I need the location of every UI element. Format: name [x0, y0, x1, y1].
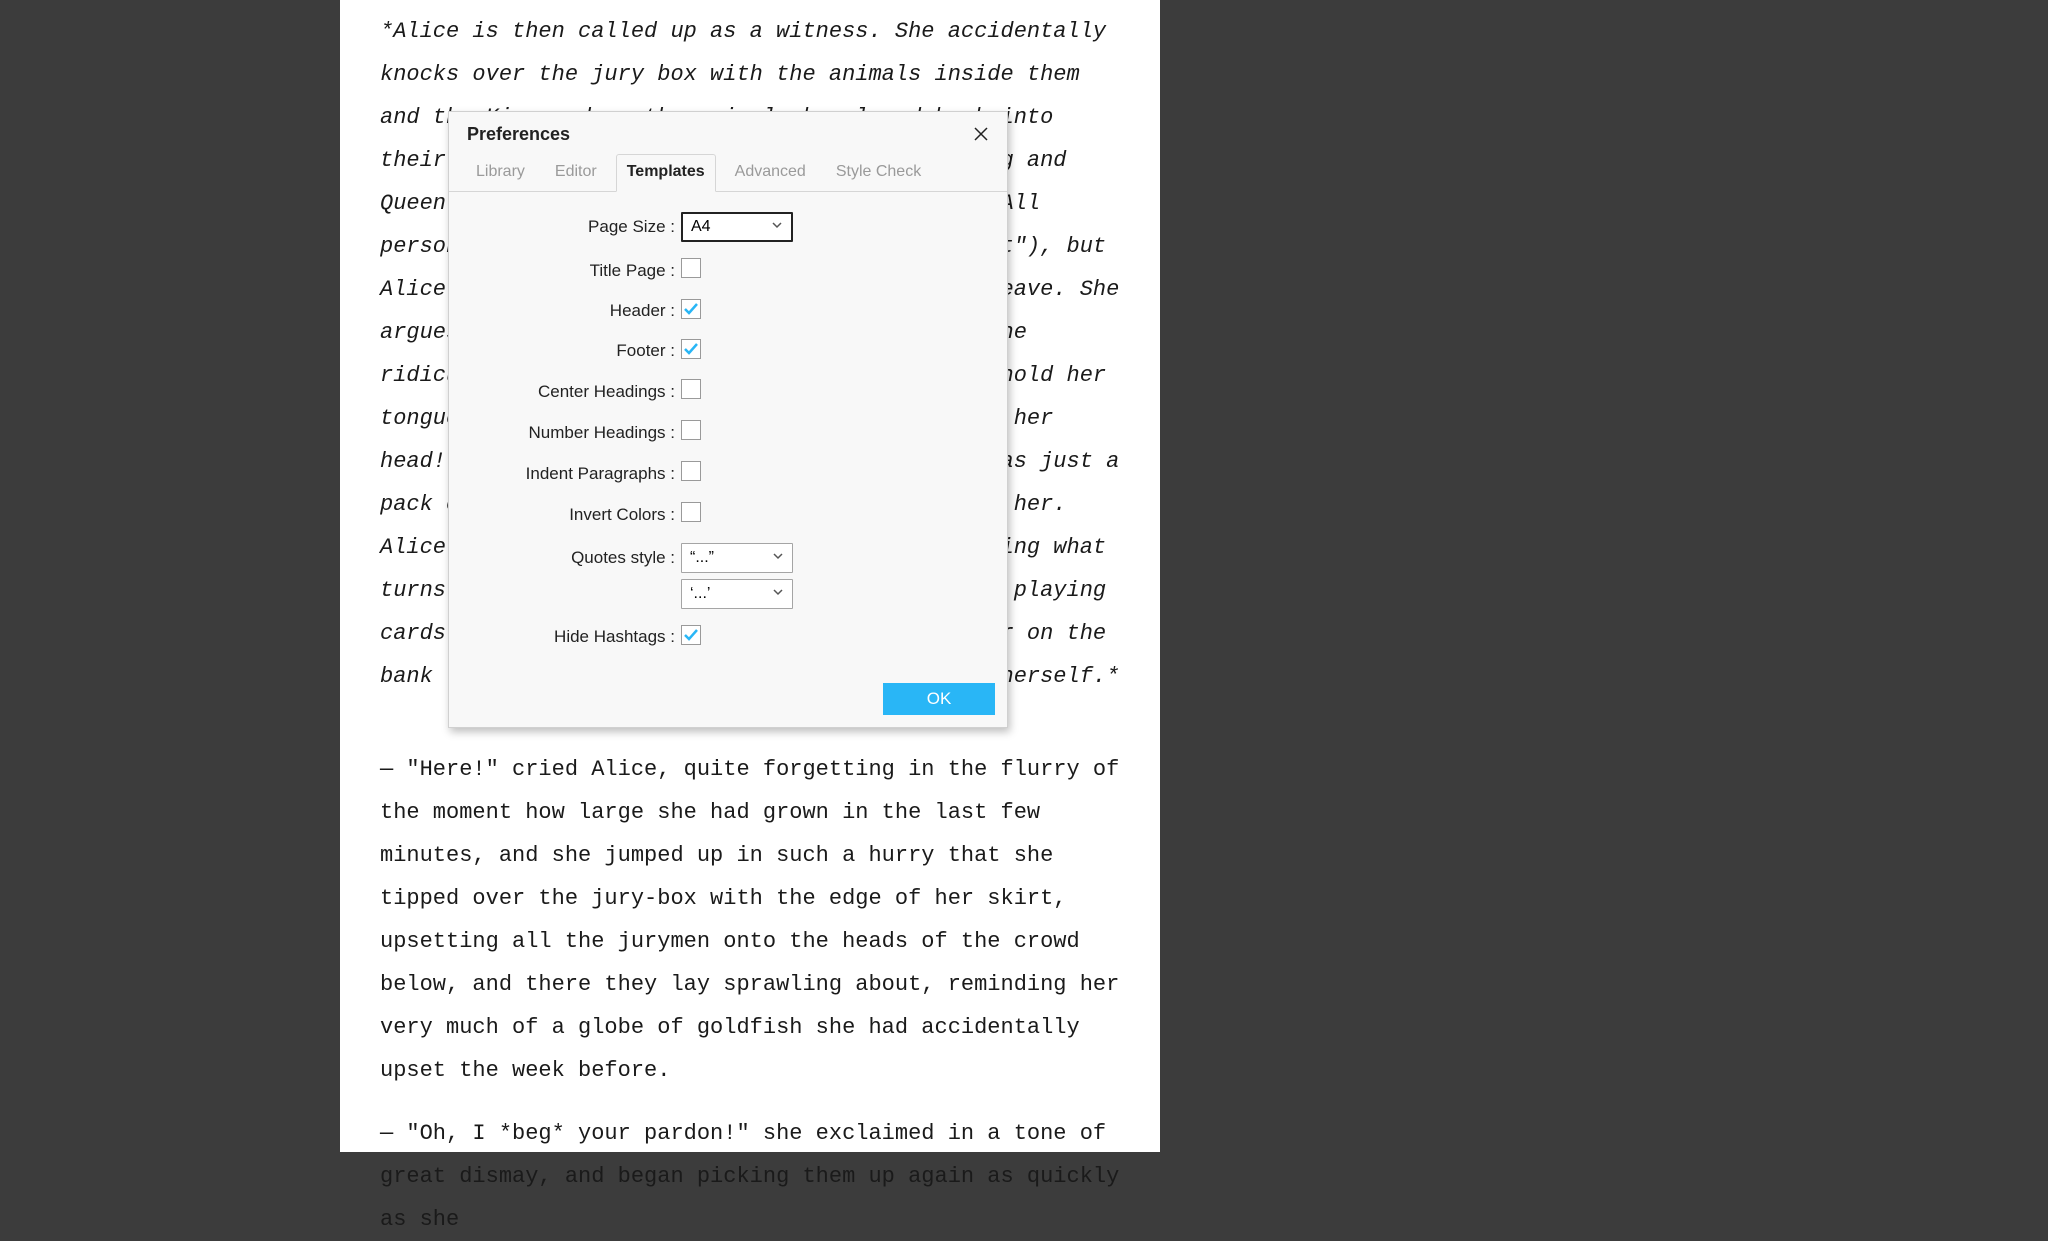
field-quotes-style-single: ‘...’: [473, 579, 983, 609]
quotes-style-label: Quotes style :: [473, 548, 681, 568]
dialog-footer: OK: [449, 663, 1007, 727]
quotes-style-single-select[interactable]: ‘...’: [681, 579, 793, 609]
chevron-down-icon: [771, 218, 783, 236]
chevron-down-icon: [772, 585, 784, 603]
field-page-size: Page Size : A4: [473, 212, 983, 242]
center-headings-checkbox[interactable]: [681, 379, 701, 399]
field-hide-hashtags: Hide Hashtags :: [473, 625, 983, 649]
close-icon: [973, 126, 989, 142]
field-center-headings: Center Headings :: [473, 379, 983, 404]
indent-paragraphs-label: Indent Paragraphs :: [473, 464, 681, 484]
invert-colors-label: Invert Colors :: [473, 505, 681, 525]
footer-label: Footer :: [473, 341, 681, 361]
chevron-down-icon: [772, 549, 784, 567]
header-label: Header :: [473, 301, 681, 321]
title-page-checkbox[interactable]: [681, 258, 701, 278]
close-button[interactable]: [967, 120, 995, 148]
number-headings-checkbox[interactable]: [681, 420, 701, 440]
tab-library[interactable]: Library: [465, 154, 536, 192]
field-indent-paragraphs: Indent Paragraphs :: [473, 461, 983, 486]
tab-bar: Library Editor Templates Advanced Style …: [449, 154, 1007, 192]
ok-button[interactable]: OK: [883, 683, 995, 715]
hide-hashtags-label: Hide Hashtags :: [473, 627, 681, 647]
field-quotes-style: Quotes style : “...”: [473, 543, 983, 573]
field-invert-colors: Invert Colors :: [473, 502, 983, 527]
quotes-style-double-value: “...”: [690, 549, 714, 567]
field-header: Header :: [473, 299, 983, 323]
dialog-body: Page Size : A4 Title Page : Header :: [449, 192, 1007, 663]
number-headings-label: Number Headings :: [473, 423, 681, 443]
tab-style-check[interactable]: Style Check: [825, 154, 932, 192]
page-size-value: A4: [691, 218, 711, 236]
dialog-title: Preferences: [467, 124, 570, 145]
hide-hashtags-checkbox[interactable]: [681, 625, 701, 645]
document-paragraph: — "Oh, I *beg* your pardon!" she exclaim…: [380, 1112, 1120, 1241]
invert-colors-checkbox[interactable]: [681, 502, 701, 522]
dialog-header: Preferences: [449, 112, 1007, 154]
indent-paragraphs-checkbox[interactable]: [681, 461, 701, 481]
field-number-headings: Number Headings :: [473, 420, 983, 445]
document-paragraph: — "Here!" cried Alice, quite forgetting …: [380, 748, 1120, 1092]
quotes-style-double-select[interactable]: “...”: [681, 543, 793, 573]
preferences-dialog: Preferences Library Editor Templates Adv…: [448, 111, 1008, 728]
field-title-page: Title Page :: [473, 258, 983, 283]
page-size-select[interactable]: A4: [681, 212, 793, 242]
field-footer: Footer :: [473, 339, 983, 363]
quotes-style-single-value: ‘...’: [690, 585, 710, 603]
tab-editor[interactable]: Editor: [544, 154, 608, 192]
header-checkbox[interactable]: [681, 299, 701, 319]
tab-advanced[interactable]: Advanced: [724, 154, 817, 192]
footer-checkbox[interactable]: [681, 339, 701, 359]
tab-templates[interactable]: Templates: [616, 154, 716, 192]
center-headings-label: Center Headings :: [473, 382, 681, 402]
page-size-label: Page Size :: [473, 217, 681, 237]
title-page-label: Title Page :: [473, 261, 681, 281]
